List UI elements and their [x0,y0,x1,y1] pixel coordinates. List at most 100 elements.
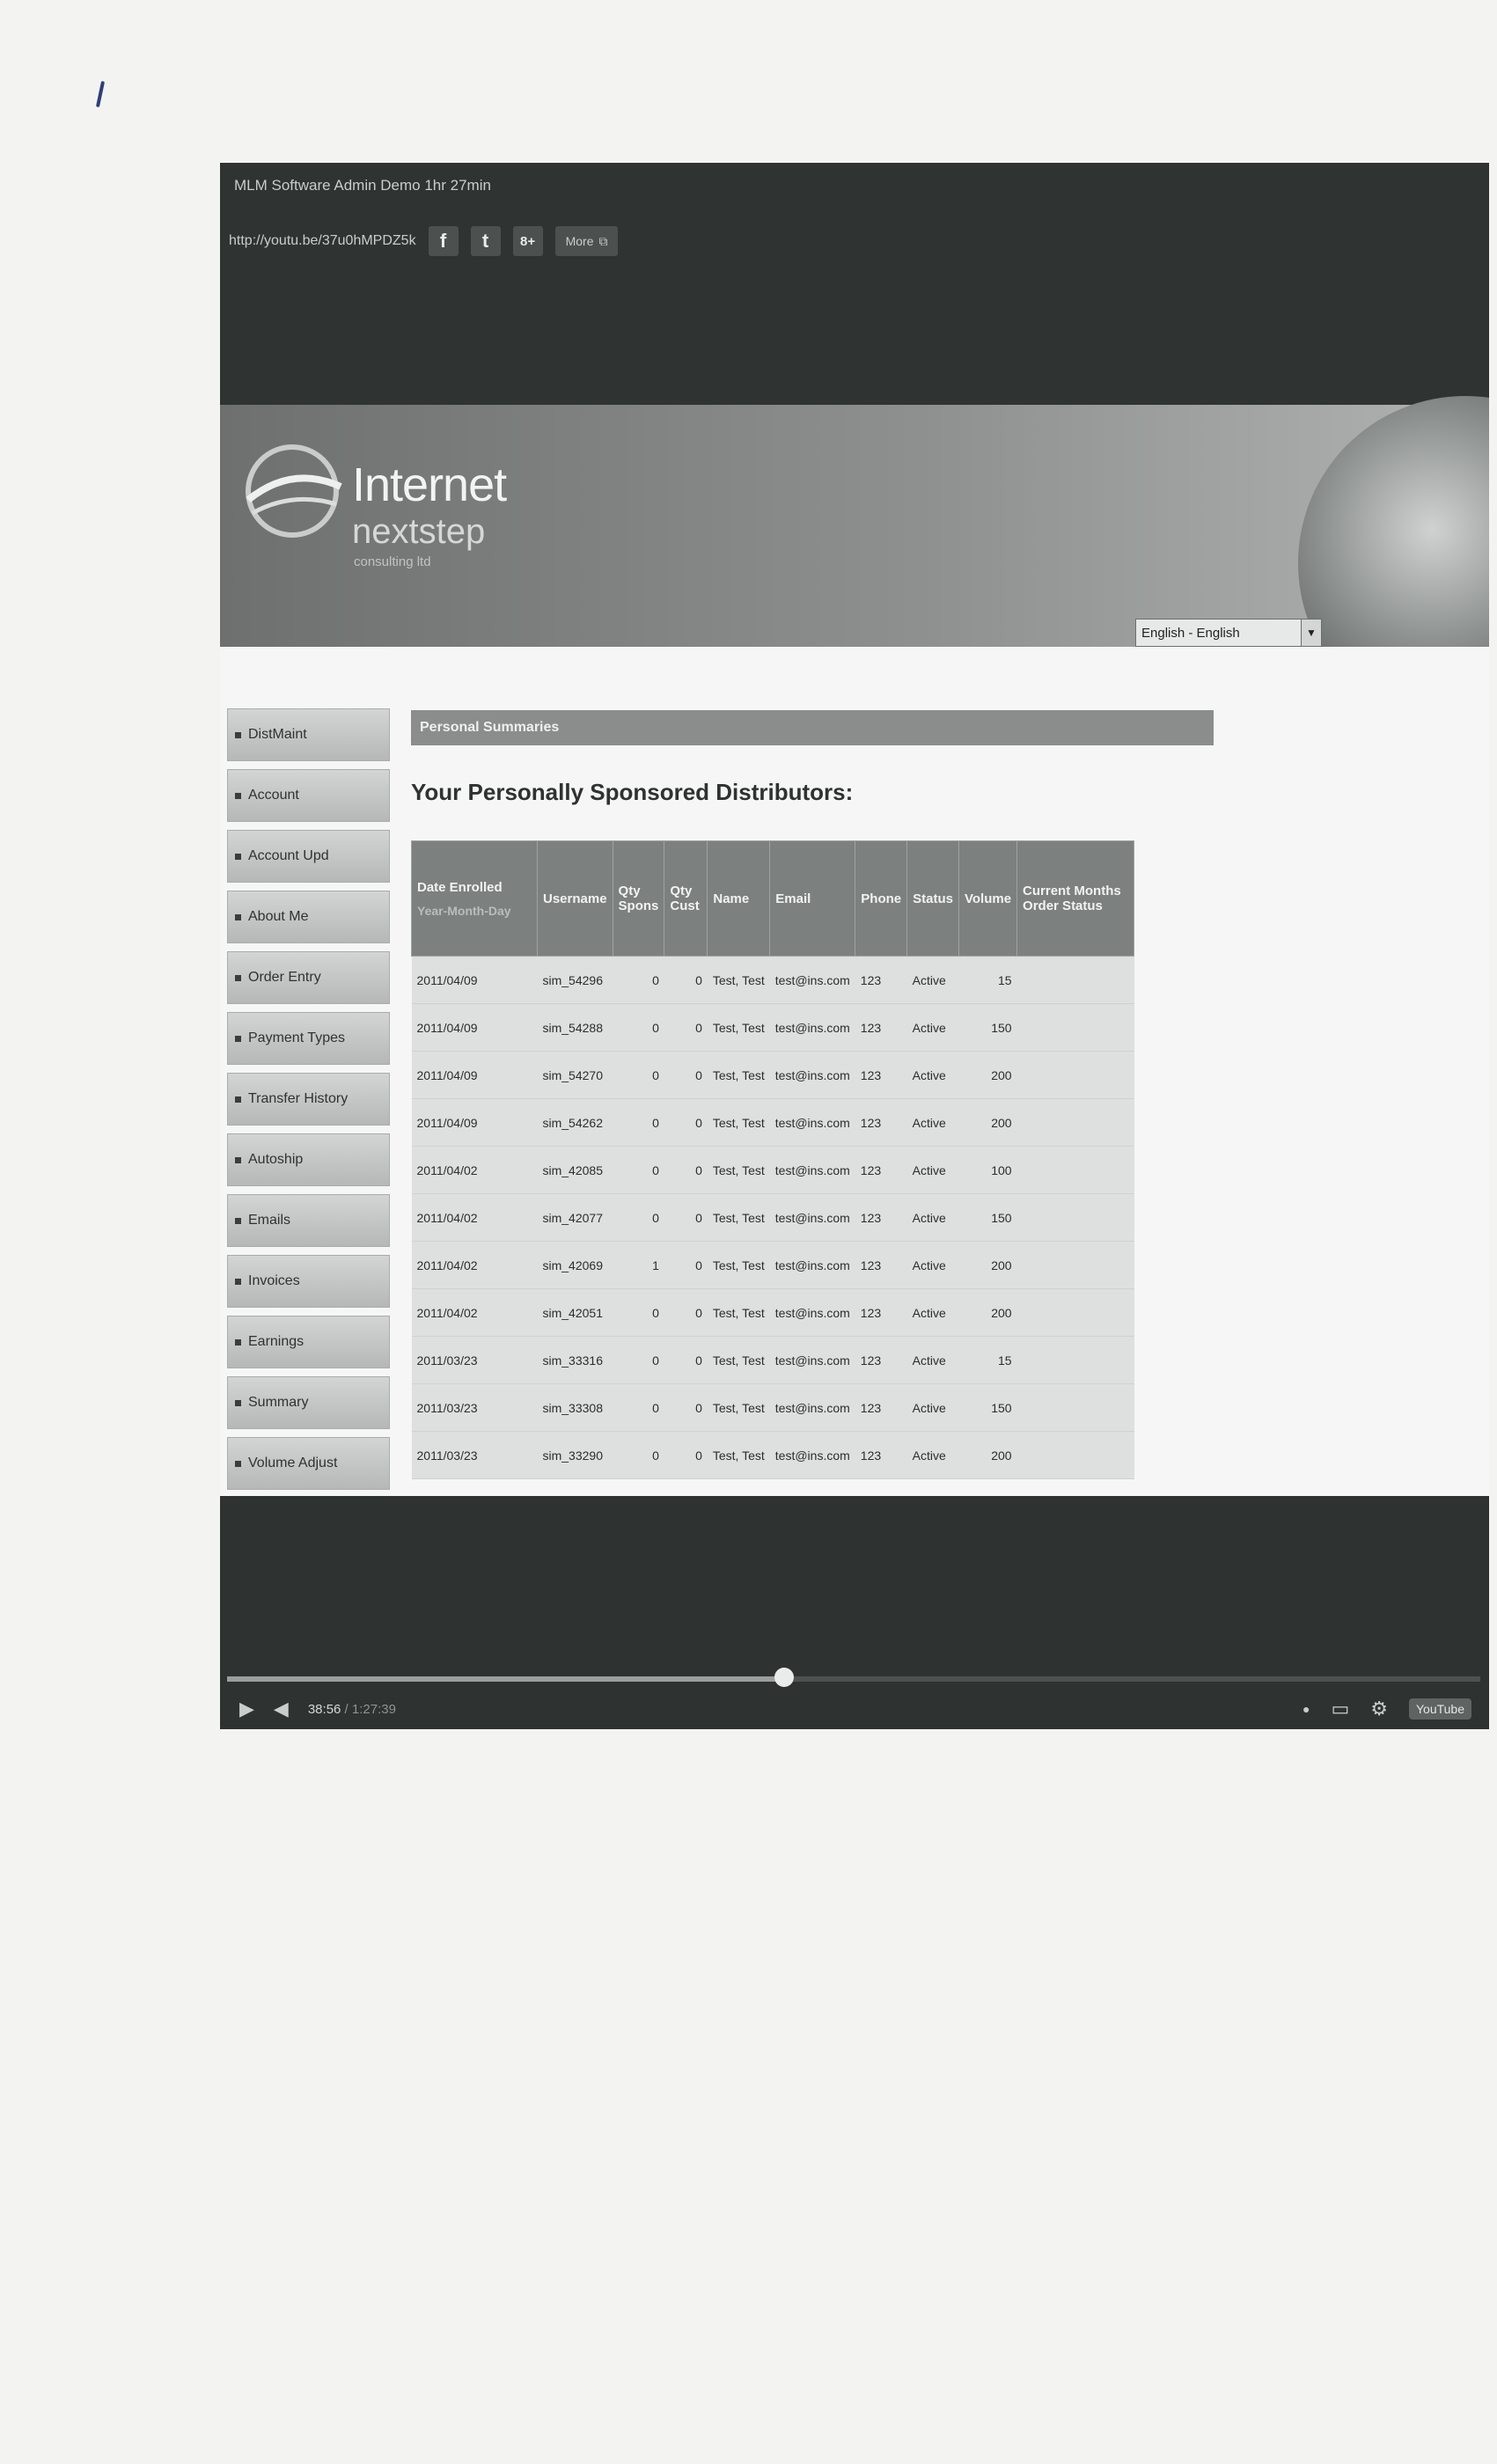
sidebar-item-invoices[interactable]: Invoices [227,1255,390,1308]
column-header-email[interactable]: Email [769,840,856,957]
cell-email: test@ins.com [769,1383,855,1432]
google-plus-icon[interactable]: 8+ [512,226,543,256]
youtube-logo[interactable]: YouTube [1408,1698,1471,1720]
cell-date: 2011/04/09 [411,956,538,1004]
cell-status: Active [906,1288,959,1337]
bullet-icon [235,731,241,738]
cell-email: test@ins.com [769,1098,855,1147]
cell-username: sim_54296 [537,956,613,1004]
more-label: More [565,234,594,248]
cell-name: Test, Test [707,1146,770,1194]
cell-qty-spons: 0 [613,956,664,1004]
sidebar-item-about-me[interactable]: About Me [227,891,390,943]
cell-order-status [1016,1003,1134,1052]
cell-email: test@ins.com [769,1241,855,1289]
table-row[interactable]: 2011/04/02 sim_42069 1 0 Test, Test test@ins.… [411,1241,1134,1289]
column-header-order-status[interactable]: Current Months Order Status [1016,840,1135,957]
cell-phone: 123 [855,1003,907,1052]
sidebar-item-payment-types[interactable]: Payment Types [227,1012,390,1065]
table-row[interactable]: 2011/04/09 sim_54262 0 0 Test, Test test@ins.… [411,1098,1134,1147]
table-row[interactable]: 2011/03/23 sim_33316 0 0 Test, Test test@ins.… [411,1336,1134,1384]
sidebar-item-label: Transfer History [248,1091,349,1106]
sidebar-item-distmaint[interactable]: DistMaint [227,708,390,761]
cell-name: Test, Test [707,1288,770,1337]
table-row[interactable]: 2011/04/02 sim_42077 0 0 Test, Test test@ins.… [411,1193,1134,1242]
facebook-icon[interactable]: f [428,226,459,256]
current-time: 38:56 [307,1701,341,1717]
cell-qty-cust: 0 [664,1288,708,1337]
popout-icon: ⧉ [598,233,608,248]
cell-qty-cust: 0 [664,1193,708,1242]
sidebar-item-summary[interactable]: Summary [227,1376,390,1429]
cell-order-status [1016,1098,1134,1147]
progress-scrubber[interactable] [774,1668,794,1687]
cell-date: 2011/04/02 [411,1288,538,1337]
table-row[interactable]: 2011/04/09 sim_54288 0 0 Test, Test test@ins.… [411,1003,1134,1052]
volume-icon[interactable]: ◀ [274,1698,289,1720]
cell-email: test@ins.com [769,1051,855,1099]
cell-email: test@ins.com [769,1146,855,1194]
cell-volume: 15 [958,1336,1017,1384]
cell-qty-spons: 0 [613,1146,664,1194]
table-row[interactable]: 2011/04/02 sim_42051 0 0 Test, Test test@ins.… [411,1288,1134,1337]
cell-phone: 123 [855,1146,907,1194]
cell-order-status [1016,1431,1134,1479]
cell-order-status [1016,1193,1134,1242]
column-header-qty-cust[interactable]: Qty Cust [664,840,708,957]
sidebar-item-volume-adjust[interactable]: Volume Adjust [227,1437,390,1490]
cell-volume: 200 [958,1431,1017,1479]
sidebar-item-earnings[interactable]: Earnings [227,1316,390,1368]
column-header-username[interactable]: Username [537,840,613,957]
table-row[interactable]: 2011/04/02 sim_42085 0 0 Test, Test test@ins.… [411,1146,1134,1194]
twitter-icon[interactable]: t [470,226,501,256]
table-row[interactable]: 2011/04/09 sim_54296 0 0 Test, Test test@ins.… [411,956,1134,1004]
cell-username: sim_54270 [537,1051,613,1099]
distributors-table: Date Enrolled Year-Month-Day Username Qty… [411,840,1135,1479]
sidebar-item-account[interactable]: Account [227,769,390,822]
cell-phone: 123 [855,1241,907,1289]
sidebar-item-label: Account Upd [248,848,329,863]
language-value: English - English [1141,625,1240,641]
cell-qty-cust: 0 [664,1383,708,1432]
sidebar-item-transfer-history[interactable]: Transfer History [227,1073,390,1126]
table-row[interactable]: 2011/04/09 sim_54270 0 0 Test, Test test@ins.… [411,1051,1134,1099]
captions-icon[interactable]: ▭ [1331,1698,1349,1720]
bullet-icon [235,1460,241,1467]
column-header-name[interactable]: Name [707,840,771,957]
cell-name: Test, Test [707,1193,770,1242]
cell-status: Active [906,1193,959,1242]
more-button[interactable]: More ⧉ [554,226,619,256]
date-format-subheader: Year-Month-Day [417,903,511,918]
column-header-qty-spons[interactable]: Qty Spons [612,840,665,957]
sidebar-item-order-entry[interactable]: Order Entry [227,951,390,1004]
cell-email: test@ins.com [769,1431,855,1479]
info-icon[interactable]: ● [1303,1702,1310,1716]
settings-icon[interactable]: ⚙ [1370,1698,1388,1720]
column-header-volume[interactable]: Volume [958,840,1018,957]
cell-order-status [1016,1051,1134,1099]
share-url[interactable]: http://youtu.be/37u0hMPDZ5k [229,233,416,249]
cell-phone: 123 [855,1193,907,1242]
table-row[interactable]: 2011/03/23 sim_33290 0 0 Test, Test test@ins.… [411,1431,1134,1479]
cell-qty-spons: 0 [613,1383,664,1432]
table-row[interactable]: 2011/03/23 sim_33308 0 0 Test, Test test@ins.… [411,1383,1134,1432]
sidebar-item-label: Emails [248,1213,291,1228]
cell-volume: 200 [958,1051,1017,1099]
chevron-down-icon[interactable]: ▼ [1301,620,1321,646]
progress-fill [227,1676,784,1682]
column-header-date[interactable]: Date Enrolled Year-Month-Day [411,840,538,957]
sidebar-item-account-upd[interactable]: Account Upd [227,830,390,883]
cell-email: test@ins.com [769,1336,855,1384]
cell-date: 2011/04/02 [411,1193,538,1242]
bullet-icon [235,1278,241,1285]
sidebar-item-emails[interactable]: Emails [227,1194,390,1247]
video-title[interactable]: MLM Software Admin Demo 1hr 27min [234,177,491,194]
video-player[interactable]: MLM Software Admin Demo 1hr 27min http:/… [220,163,1489,1729]
column-header-phone[interactable]: Phone [855,840,908,957]
cell-name: Test, Test [707,1003,770,1052]
sidebar-item-autoship[interactable]: Autoship [227,1133,390,1186]
language-select[interactable]: English - English ▼ [1135,619,1322,647]
progress-bar[interactable] [227,1668,1480,1687]
column-header-status[interactable]: Status [906,840,959,957]
play-icon[interactable]: ▶ [239,1698,254,1720]
